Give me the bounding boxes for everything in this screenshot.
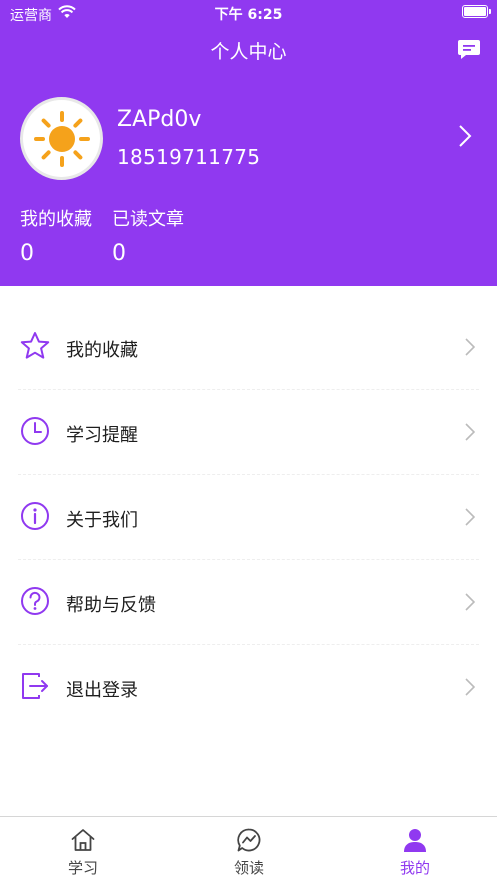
- tab-label-read: 领读: [233, 859, 264, 877]
- menu-label-help-feedback: 帮助与反馈: [66, 595, 156, 616]
- status-time: 下午 6:25: [214, 7, 283, 23]
- sun-icon: [34, 111, 90, 167]
- stat-favorites[interactable]: 我的收藏 0: [20, 205, 92, 266]
- menu-item-about-us[interactable]: 关于我们: [18, 475, 479, 560]
- phone-number: 18519711775: [117, 145, 261, 169]
- chevron-right-icon: [465, 423, 476, 445]
- tab-mine[interactable]: 我的: [332, 817, 497, 883]
- tab-label-study: 学习: [67, 859, 98, 877]
- tab-label-mine: 我的: [399, 859, 430, 877]
- menu-item-help-feedback[interactable]: 帮助与反馈: [18, 560, 479, 645]
- avatar[interactable]: [20, 97, 103, 180]
- help-icon: [20, 586, 50, 620]
- status-bar: 运营商 下午 6:25: [0, 0, 497, 26]
- menu-label-study-reminder: 学习提醒: [66, 425, 138, 446]
- menu-label-favorites: 我的收藏: [66, 340, 138, 361]
- stat-read-value: 0: [112, 241, 126, 266]
- menu-item-study-reminder[interactable]: 学习提醒: [18, 390, 479, 475]
- message-icon[interactable]: [457, 39, 481, 65]
- logout-icon: [20, 671, 50, 705]
- tab-read[interactable]: 领读: [166, 817, 332, 883]
- tab-bar: 学习 领读 我的: [0, 816, 497, 883]
- menu-label-about-us: 关于我们: [66, 510, 138, 531]
- chevron-right-icon: [465, 593, 476, 615]
- battery-icon: [462, 5, 491, 18]
- chevron-right-icon: [465, 678, 476, 700]
- chat-bubble-icon: [237, 828, 261, 852]
- clock-icon: [20, 416, 50, 450]
- home-icon: [71, 829, 95, 851]
- settings-menu: 我的收藏 学习提醒 关于我们 帮助与反馈 退出登录: [0, 305, 497, 730]
- user-icon: [404, 829, 426, 852]
- info-icon: [20, 501, 50, 535]
- chevron-right-icon[interactable]: [458, 124, 472, 152]
- profile-header: 运营商 下午 6:25 个人中心 ZAPd0v 18519711775 我的收藏…: [0, 0, 497, 286]
- username: ZAPd0v: [117, 107, 202, 132]
- stat-favorites-value: 0: [20, 241, 34, 266]
- tab-study[interactable]: 学习: [0, 817, 166, 883]
- menu-label-logout: 退出登录: [66, 680, 138, 701]
- menu-item-favorites[interactable]: 我的收藏: [18, 305, 479, 390]
- stat-favorites-label: 我的收藏: [20, 209, 92, 230]
- menu-item-logout[interactable]: 退出登录: [18, 645, 479, 730]
- stat-read-label: 已读文章: [112, 209, 184, 230]
- star-icon: [20, 331, 50, 365]
- chevron-right-icon: [465, 338, 476, 360]
- page-title: 个人中心: [210, 41, 287, 63]
- stat-read-articles[interactable]: 已读文章 0: [112, 205, 184, 266]
- chevron-right-icon: [465, 508, 476, 530]
